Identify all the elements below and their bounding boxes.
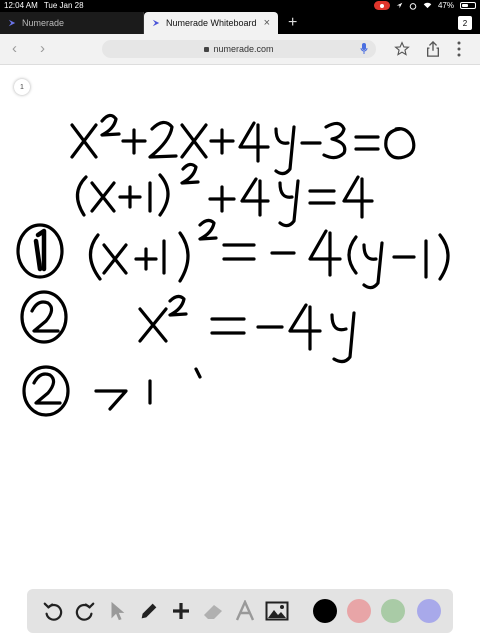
undo-icon bbox=[43, 602, 63, 621]
pen-icon bbox=[141, 603, 157, 619]
eraser-icon bbox=[204, 605, 222, 619]
close-tab-icon[interactable]: × bbox=[264, 17, 270, 29]
color-swatch-black bbox=[313, 599, 337, 623]
undo-button[interactable] bbox=[35, 589, 71, 633]
share-icon[interactable] bbox=[426, 41, 440, 57]
color-green-button[interactable] bbox=[375, 589, 411, 633]
status-time: 12:04 AM bbox=[4, 1, 38, 10]
add-icon bbox=[173, 603, 189, 619]
new-tab-button[interactable]: + bbox=[288, 14, 297, 32]
pointer-icon bbox=[111, 601, 125, 621]
color-pink-button[interactable] bbox=[341, 589, 377, 633]
color-swatch-purple bbox=[417, 599, 441, 623]
numerade-logo-icon bbox=[8, 19, 16, 27]
eraser-button[interactable] bbox=[195, 589, 231, 633]
screen-recording-icon bbox=[373, 1, 390, 10]
browser-toolbar: ‹ › numerade.com bbox=[0, 34, 480, 65]
star-icon[interactable] bbox=[394, 41, 410, 57]
redo-icon bbox=[75, 602, 95, 621]
tab-numerade[interactable]: Numerade bbox=[0, 12, 144, 34]
status-bar: 12:04 AM Tue Jan 28 47% bbox=[0, 0, 480, 12]
address-bar[interactable]: numerade.com bbox=[102, 40, 376, 58]
pointer-button[interactable] bbox=[99, 589, 135, 633]
forward-icon[interactable]: › bbox=[40, 40, 45, 57]
back-icon[interactable]: ‹ bbox=[12, 40, 17, 57]
color-purple-button[interactable] bbox=[411, 589, 447, 633]
more-options-icon[interactable] bbox=[456, 41, 462, 57]
location-icon bbox=[396, 2, 403, 9]
image-icon bbox=[265, 601, 289, 621]
handwritten-math bbox=[16, 113, 450, 417]
text-button[interactable] bbox=[227, 589, 263, 633]
redo-button[interactable] bbox=[67, 589, 103, 633]
add-button[interactable] bbox=[163, 589, 199, 633]
circled-number-2 bbox=[20, 290, 68, 344]
text-icon bbox=[235, 600, 255, 621]
equation-line-2 bbox=[75, 162, 374, 228]
alarm-icon bbox=[409, 2, 417, 10]
tab-numerade-whiteboard[interactable]: Numerade Whiteboard × bbox=[144, 12, 278, 34]
numerade-logo-icon bbox=[152, 19, 160, 27]
tab-bar: Numerade Numerade Whiteboard × + 2 bbox=[0, 12, 480, 34]
tab-count-button[interactable]: 2 bbox=[458, 16, 472, 30]
battery-percent: 47% bbox=[437, 1, 454, 10]
microphone-icon[interactable] bbox=[360, 43, 368, 55]
status-date: Tue Jan 28 bbox=[43, 1, 84, 10]
color-swatch-pink bbox=[347, 599, 371, 623]
whiteboard-canvas[interactable]: 1 bbox=[0, 65, 480, 575]
equation-line-5 bbox=[94, 367, 202, 411]
tab-label: Numerade bbox=[22, 18, 65, 28]
wifi-icon bbox=[423, 2, 432, 9]
equation-line-4 bbox=[138, 294, 356, 364]
equation-line-3 bbox=[88, 218, 450, 290]
tab-label: Numerade Whiteboard bbox=[166, 18, 257, 28]
circled-number-1 bbox=[16, 223, 64, 279]
equation-line-1 bbox=[70, 113, 416, 176]
lock-icon bbox=[204, 46, 210, 52]
color-swatch-green bbox=[381, 599, 405, 623]
image-button[interactable] bbox=[259, 589, 295, 633]
url-text: numerade.com bbox=[213, 44, 274, 54]
color-black-button[interactable] bbox=[307, 589, 343, 633]
circled-number-2-second bbox=[22, 365, 70, 417]
battery-icon bbox=[460, 2, 476, 9]
whiteboard-toolbar bbox=[27, 589, 453, 633]
pen-button[interactable] bbox=[131, 589, 167, 633]
